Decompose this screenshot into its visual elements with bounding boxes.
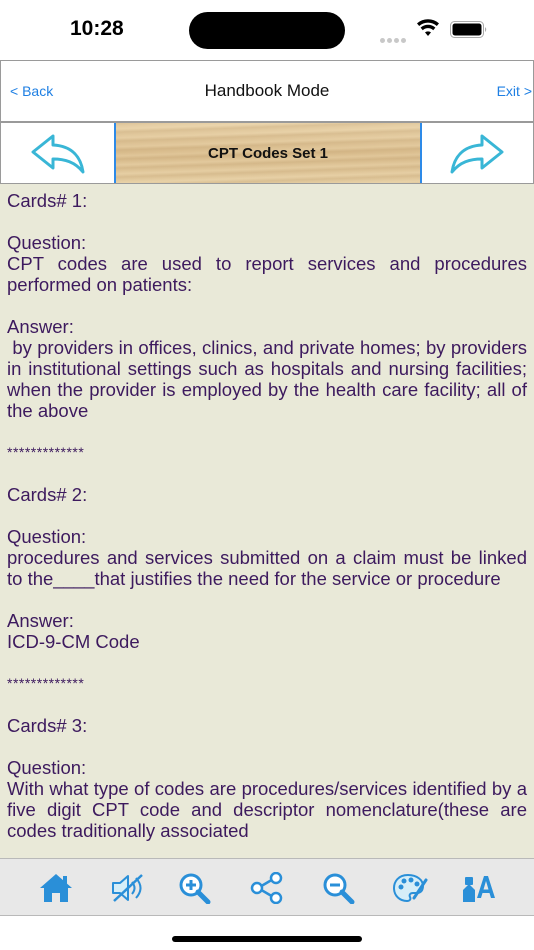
home-indicator <box>172 936 362 942</box>
card: Cards# 1: Question: CPT codes are used t… <box>7 190 527 484</box>
question-text: procedures and services submitted on a c… <box>7 547 527 589</box>
battery-icon <box>450 21 487 38</box>
dynamic-island <box>189 12 345 49</box>
card-header: Cards# 2: <box>7 484 88 505</box>
wifi-icon <box>417 19 439 36</box>
question-label: Question: <box>7 757 87 778</box>
page-title: Handbook Mode <box>204 81 330 100</box>
arrow-right-icon <box>450 134 504 174</box>
arrow-left-icon <box>31 134 84 174</box>
speaker-mute-icon <box>112 874 143 902</box>
card-header: Cards# 1: <box>7 190 88 211</box>
card: Cards# 3: Question: With what type of co… <box>7 715 527 841</box>
exit-button[interactable]: Exit > <box>497 83 532 99</box>
home-button[interactable] <box>38 871 74 905</box>
card-separator: ************* <box>7 675 85 691</box>
font-style-button[interactable] <box>459 871 495 905</box>
zoom-out-button[interactable] <box>321 871 357 905</box>
home-icon <box>40 874 72 902</box>
signal-icon <box>380 30 408 43</box>
set-title-box: CPT Codes Set 1 <box>114 123 422 183</box>
next-set-button[interactable] <box>421 123 533 183</box>
answer-text: by providers in offices, clinics, and pr… <box>7 337 533 421</box>
card-separator: ************* <box>7 444 85 460</box>
question-label: Question: <box>7 526 87 547</box>
status-bar: 10:28 <box>0 0 534 60</box>
status-time: 10:28 <box>70 17 124 40</box>
handbook-content[interactable]: Cards# 1: Question: CPT codes are used t… <box>0 184 534 858</box>
answer-label: Answer: <box>7 610 74 631</box>
font-style-icon <box>463 876 495 902</box>
bottom-toolbar <box>0 858 534 916</box>
question-text: CPT codes are used to report services an… <box>7 253 527 295</box>
set-selector: CPT Codes Set 1 <box>0 122 534 184</box>
answer-text: ICD-9-CM Code <box>7 631 140 652</box>
answer-label: Answer: <box>7 316 74 337</box>
theme-button[interactable] <box>392 871 428 905</box>
speak-toggle-button[interactable] <box>110 871 146 905</box>
card: Cards# 2: Question: procedures and servi… <box>7 484 527 715</box>
share-icon <box>250 872 283 904</box>
nav-bar: < Back Handbook Mode Exit > <box>0 60 534 122</box>
share-button[interactable] <box>249 871 285 905</box>
set-title: CPT Codes Set 1 <box>207 144 329 162</box>
zoom-in-button[interactable] <box>177 871 213 905</box>
question-label: Question: <box>7 232 87 253</box>
card-header: Cards# 3: <box>7 715 88 736</box>
palette-icon <box>392 873 428 903</box>
zoom-in-icon <box>179 873 211 904</box>
zoom-out-icon <box>323 873 355 904</box>
question-text: With what type of codes are procedures/s… <box>7 778 527 841</box>
previous-set-button[interactable] <box>1 123 114 183</box>
